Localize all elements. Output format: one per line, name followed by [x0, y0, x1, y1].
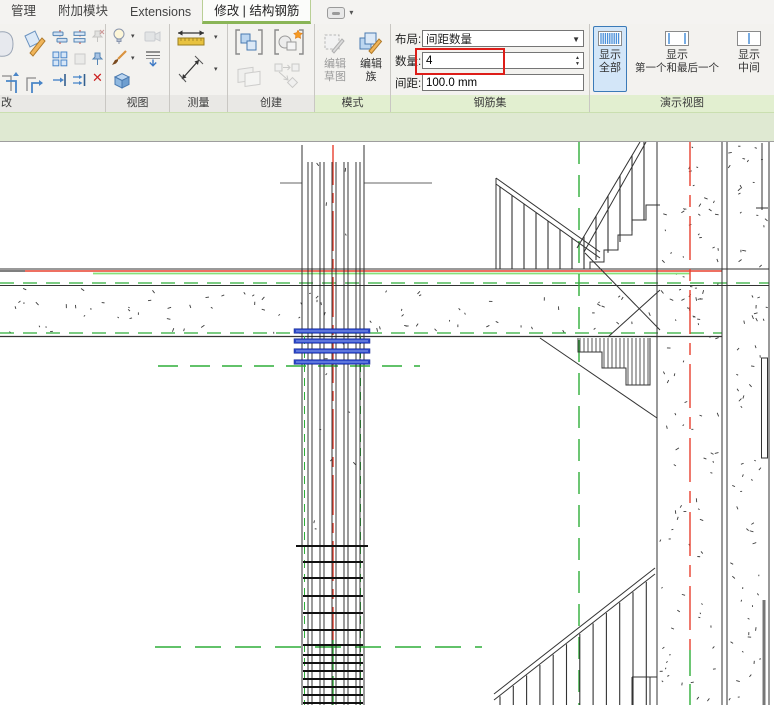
visibility-flyout-caret-icon[interactable]: ▾ [131, 33, 135, 40]
align-icon[interactable] [52, 29, 68, 45]
drawing-area [0, 142, 774, 705]
show-first-last-label-2: 第一个和最后一个 [635, 62, 719, 75]
panel-measure: ▾ ▾ [170, 24, 228, 95]
edit-geometry-icon[interactable] [21, 27, 47, 61]
layout-value: 间距数量 [426, 31, 472, 47]
show-all-label-1: 显示 [599, 49, 621, 62]
split-elbow-icon[interactable] [0, 68, 22, 94]
edit-sketch-label-1: 编辑 [324, 58, 346, 71]
quantity-stepper[interactable]: ▲ ▼ [422, 52, 584, 69]
dropdown-caret-icon[interactable]: ▼ [572, 35, 580, 44]
panel-rebar-set: 布局: 间距数量 ▼ 数量: ▲ ▼ 间距: [391, 24, 590, 95]
panel-presentation: 显示 全部 显示 第一个和最后一个 [590, 24, 774, 95]
thin-lines-icon[interactable] [144, 49, 162, 67]
trim-icon[interactable] [52, 72, 68, 88]
quantity-input[interactable] [426, 55, 580, 67]
panel-label-modify: 改 [0, 95, 106, 112]
show-first-last-icon [664, 30, 690, 47]
panel-label-rebar-set: 钢筋集 [391, 95, 590, 112]
chevron-down-icon: ▾ [349, 9, 353, 17]
structure-linework [0, 142, 769, 705]
layout-label: 布局: [395, 31, 422, 47]
panel-label-view: 视图 [106, 95, 170, 112]
create-assembly-icon[interactable] [233, 27, 265, 59]
scale-icon [72, 51, 88, 67]
ribbon: ✕ ▾ [0, 24, 774, 95]
panel-label-measure: 测量 [170, 95, 228, 112]
aligned-dimension-icon[interactable] [178, 54, 204, 84]
spinner-down-icon[interactable]: ▼ [573, 61, 582, 67]
middle-stair-steps [578, 338, 650, 385]
panel-mode: 编辑 草图 编辑 族 [315, 24, 391, 95]
array-icon[interactable] [52, 51, 68, 67]
edit-family-label-1: 编辑 [360, 58, 382, 71]
tab-addins[interactable]: 附加模块 [47, 0, 119, 24]
wall-recess [762, 358, 768, 458]
quantity-label: 数量: [395, 53, 422, 69]
edit-sketch-icon [322, 30, 348, 56]
edit-sketch-label-2: 草图 [324, 71, 346, 84]
render-camera-icon [144, 28, 162, 44]
edit-sketch-button: 编辑 草图 [318, 26, 352, 92]
concrete-hatch [9, 146, 767, 701]
trim-multiple-icon[interactable] [72, 72, 88, 88]
create-similar-icon [272, 62, 304, 90]
tab-extensions[interactable]: Extensions [119, 1, 202, 24]
measure-tape-icon[interactable] [175, 28, 207, 48]
unpin-icon [91, 29, 105, 45]
tab-manage[interactable]: 管理 [0, 0, 47, 24]
edit-family-button[interactable]: 编辑 族 [354, 26, 388, 92]
spacing-field[interactable] [422, 74, 584, 91]
edit-family-icon [358, 30, 384, 56]
drawing-canvas[interactable] [0, 142, 774, 705]
default-3d-view-icon[interactable] [111, 70, 133, 90]
paintbrush-icon[interactable] [110, 49, 128, 67]
toggle-visibility-icon[interactable] [110, 27, 128, 45]
panel-label-create: 创建 [228, 95, 315, 112]
show-all-label-2: 全部 [599, 62, 621, 75]
spacing-label: 间距: [395, 75, 422, 91]
panel-label-presentation: 演示视图 [590, 95, 774, 112]
show-middle-label-1: 显示 [738, 49, 760, 62]
offset-icon[interactable] [72, 29, 88, 45]
show-middle-label-2: 中间 [738, 62, 760, 75]
measure-flyout-caret-icon[interactable]: ▾ [214, 34, 218, 41]
panel-modify: ✕ [0, 24, 106, 95]
paintbrush-flyout-caret-icon[interactable]: ▾ [131, 55, 135, 62]
stairs-linework [578, 205, 768, 458]
split-gap-elbow-icon[interactable] [24, 68, 46, 94]
modify-partial-icon[interactable] [0, 28, 17, 60]
dimension-flyout-caret-icon[interactable]: ▾ [214, 66, 218, 73]
panel-create [228, 24, 315, 95]
panel-label-bar: 改 视图 测量 创建 模式 钢筋集 演示视图 [0, 95, 774, 112]
delete-icon[interactable]: ✕ [92, 70, 103, 86]
show-middle-button[interactable]: 显示 中间 [727, 26, 771, 92]
create-parts-icon [234, 62, 266, 90]
show-all-button[interactable]: 显示 全部 [593, 26, 627, 92]
upper-stair-steps [590, 205, 660, 269]
show-first-last-label-1: 显示 [666, 49, 688, 62]
panel-view: ▾ ▾ [106, 24, 170, 95]
show-first-last-button[interactable]: 显示 第一个和最后一个 [629, 26, 725, 92]
tab-modify-structural-rebar[interactable]: 修改 | 结构钢筋 [202, 0, 311, 24]
show-middle-icon [736, 30, 762, 47]
edit-family-label-2: 族 [366, 71, 377, 84]
pin-icon[interactable] [91, 51, 105, 67]
spacing-input[interactable] [426, 77, 580, 89]
revit-window: 管理 附加模块 Extensions 修改 | 结构钢筋 ▾ [0, 0, 774, 705]
quantity-spinner[interactable]: ▲ ▼ [573, 53, 582, 68]
ribbon-display-toggle[interactable]: ▾ [327, 7, 353, 19]
ribbon-minimize-icon [327, 7, 345, 19]
layout-dropdown[interactable]: 间距数量 ▼ [422, 30, 584, 47]
ribbon-tab-bar: 管理 附加模块 Extensions 修改 | 结构钢筋 ▾ [0, 0, 774, 24]
show-all-icon [597, 30, 623, 47]
create-group-icon[interactable] [272, 27, 306, 59]
panel-label-mode: 模式 [315, 95, 391, 112]
options-bar [0, 112, 774, 142]
